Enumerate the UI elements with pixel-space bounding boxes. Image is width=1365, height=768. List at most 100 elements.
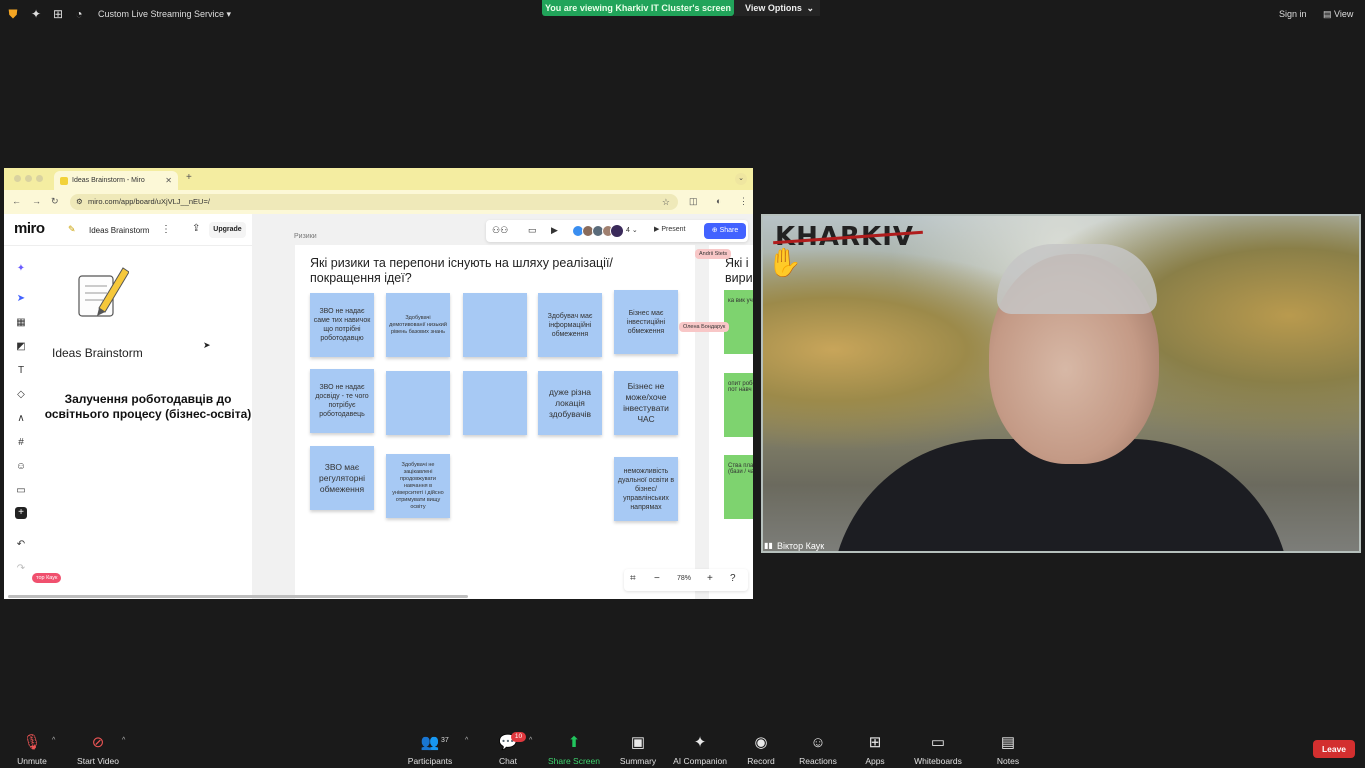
reactions-icon[interactable]: ⚇⚇ — [492, 225, 508, 236]
sticky-note[interactable]: ЗВО не надає досвіду - те чого потрібує … — [310, 369, 374, 433]
select-tool-icon[interactable]: ➤ — [13, 291, 29, 307]
chevron-up-icon[interactable]: ^ — [122, 737, 125, 744]
sticky-note[interactable]: опит робот т пот навч — [724, 373, 753, 437]
close-icon[interactable]: ✕ — [165, 171, 172, 190]
site-info-icon[interactable]: ⚙ — [76, 194, 83, 210]
share-screen-button[interactable]: ⬆ Share Screen — [546, 734, 602, 766]
sticky-note[interactable]: Бізнес має інвестиційні обмеження — [614, 290, 678, 354]
summary-button[interactable]: ▣ Summary — [616, 734, 660, 766]
back-icon[interactable]: ← — [12, 196, 21, 206]
notes-icon: ▤ — [1000, 734, 1016, 751]
undo-icon[interactable]: ↶ — [13, 537, 29, 553]
sticky-note[interactable]: Здобувач має інформаційні обмеження — [538, 293, 602, 357]
sticky-note[interactable]: дуже різна локація здобувачів — [538, 371, 602, 435]
live-streaming-dropdown[interactable]: Custom Live Streaming Service ▾ — [98, 9, 231, 20]
unmute-button[interactable]: 🎙 Unmute — [12, 734, 52, 766]
ai-sparkle-icon[interactable]: ✦ — [13, 261, 29, 277]
text-tool-icon[interactable]: T — [13, 363, 29, 379]
extension-icon[interactable]: ◫ — [689, 196, 698, 207]
url-field[interactable]: ⚙ miro.com/app/board/uXjVLJ__nEU=/ ☆ — [70, 194, 678, 210]
miro-board[interactable]: Ризики Які ризики та перепони існують на… — [4, 214, 753, 599]
browser-menu-icon[interactable]: ⋮ — [739, 196, 748, 207]
url-text: miro.com/app/board/uXjVLJ__nEU=/ — [88, 197, 210, 206]
start-video-button[interactable]: ⊘ Start Video — [74, 734, 122, 766]
sparkle-icon[interactable]: ✦ — [29, 7, 43, 21]
record-button[interactable]: ◉ Record — [741, 734, 781, 766]
board-menu-icon[interactable]: ⋮ — [161, 224, 171, 235]
sticky-note[interactable]: ЗВО має регуляторні обмеження — [310, 446, 374, 510]
reactions-button[interactable]: ☺ Reactions — [794, 734, 842, 766]
help-icon[interactable]: ? — [730, 573, 736, 584]
miro-logo[interactable]: miro — [14, 220, 45, 237]
window-close-dot[interactable] — [14, 175, 21, 182]
chevron-up-icon[interactable]: ^ — [529, 737, 532, 744]
zoom-out-icon[interactable]: − — [654, 573, 660, 584]
grid-icon[interactable]: ⊞ — [51, 7, 65, 21]
chevron-down-icon[interactable]: ⌄ — [735, 173, 747, 185]
window-minimize-dot[interactable] — [25, 175, 32, 182]
sticky-note[interactable] — [463, 371, 527, 435]
export-icon[interactable]: ⇪ — [192, 223, 200, 234]
frame-tool-icon[interactable]: # — [13, 435, 29, 451]
share-button[interactable]: ⊕ Share — [704, 223, 746, 239]
view-options-button[interactable]: View Options ⌄ — [734, 0, 820, 16]
apps-icon: ⊞ — [868, 734, 882, 751]
second-frame[interactable]: Які і вири ка вик учит опит робот т пот … — [709, 245, 753, 599]
leave-button[interactable]: Leave — [1313, 740, 1355, 758]
shared-screen: Ideas Brainstorm - Miro ✕ + ⌄ ← → ↻ ⚙ mi… — [4, 168, 753, 599]
sticky-note-tool-icon[interactable]: ◩ — [13, 339, 29, 355]
participant-video[interactable]: KHARKIV ✋ ▮▮ Віктор Каук — [761, 214, 1361, 553]
whiteboards-button[interactable]: ▭ Whiteboards — [910, 734, 966, 766]
avatar-count[interactable]: 4 ⌄ — [626, 226, 638, 234]
sticky-note[interactable]: ка вик учит — [724, 290, 753, 354]
record-label: Record — [747, 756, 775, 766]
pen-tool-icon[interactable]: ∧ — [13, 411, 29, 427]
unmute-label: Unmute — [17, 756, 47, 766]
notes-button[interactable]: ▤ Notes — [992, 734, 1024, 766]
shapes-tool-icon[interactable]: ◇ — [13, 387, 29, 403]
upgrade-button[interactable]: Upgrade — [209, 222, 246, 238]
avatar[interactable] — [610, 224, 624, 238]
video-icon[interactable]: ▶ — [551, 225, 558, 236]
sticky-note[interactable]: ЗВО не надає саме тих навичок що потрібн… — [310, 293, 374, 357]
chevron-up-icon[interactable]: ^ — [465, 737, 468, 744]
whiteboard-icon: ▭ — [930, 734, 946, 751]
profile-icon[interactable]: ◐ — [716, 196, 721, 206]
shield-icon[interactable]: ⛊ — [6, 7, 20, 21]
redo-icon[interactable]: ↷ — [13, 561, 29, 577]
sign-in-button[interactable]: Sign in — [1279, 9, 1307, 19]
risks-frame[interactable]: Які ризики та перепони існують на шляху … — [295, 245, 695, 599]
new-tab-icon[interactable]: + — [186, 172, 192, 183]
templates-icon[interactable]: ▦ — [13, 315, 29, 331]
board-name[interactable]: Ideas Brainstorm — [89, 226, 149, 235]
emoji-tool-icon[interactable]: ☺ — [13, 459, 29, 475]
sticky-note[interactable]: Ства плат (бази / ча — [724, 455, 753, 519]
comments-icon[interactable]: ▭ — [528, 225, 537, 236]
sticky-note[interactable]: Здобувачі не зацікавлені продовжувати на… — [386, 454, 450, 518]
reload-icon[interactable]: ↻ — [51, 196, 59, 207]
zoom-in-icon[interactable]: + — [707, 573, 713, 584]
ai-companion-button[interactable]: ✦ AI Companion — [670, 734, 730, 766]
window-maximize-dot[interactable] — [36, 175, 43, 182]
forward-icon[interactable]: → — [32, 196, 41, 206]
sticky-note[interactable] — [386, 371, 450, 435]
comment-tool-icon[interactable]: ▭ — [13, 483, 29, 499]
sticky-note[interactable]: неможливість дуальної освіти в бізнес/ у… — [614, 457, 678, 521]
apps-button[interactable]: ⊞ Apps — [858, 734, 892, 766]
participant-count: 37 — [441, 737, 449, 744]
sticky-note[interactable] — [463, 293, 527, 357]
fit-frame-icon[interactable]: ⌗ — [630, 573, 636, 584]
zoom-level[interactable]: 78% — [677, 575, 691, 582]
sticky-note[interactable]: Здобувачі демотивовані/ низький рівень б… — [386, 293, 450, 357]
add-more-icon[interactable]: + — [15, 507, 27, 519]
browser-tab[interactable]: Ideas Brainstorm - Miro ✕ — [54, 171, 178, 190]
collaborator-cursor-tag: Олена Бондарук — [679, 322, 730, 332]
sticky-note[interactable]: Бізнес не може/хоче інвестувати ЧАС — [614, 371, 678, 435]
chevron-up-icon[interactable]: ^ — [52, 737, 55, 744]
horizontal-scrollbar[interactable] — [8, 595, 468, 598]
view-button[interactable]: ▤ View — [1323, 9, 1353, 20]
star-icon[interactable]: ☆ — [662, 194, 670, 210]
present-button[interactable]: ▶ Present — [654, 225, 685, 233]
rss-icon[interactable]: ◔ — [72, 7, 86, 21]
share-screen-label: Share Screen — [548, 756, 600, 766]
